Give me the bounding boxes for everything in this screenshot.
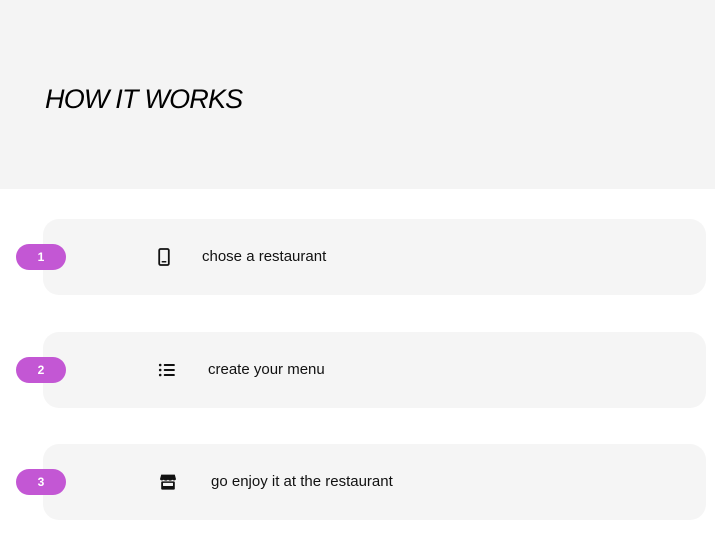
- mobile-phone-icon: [154, 247, 174, 267]
- step-number-badge-2: 2: [16, 357, 66, 383]
- step-item-1: 1 chose a restaurant: [0, 219, 715, 295]
- list-icon: [157, 360, 177, 380]
- step-number-badge-3: 3: [16, 469, 66, 495]
- step-text-2: create your menu: [208, 361, 325, 378]
- step-item-2: 2 create your menu: [0, 332, 715, 408]
- step-card-1: [43, 219, 706, 295]
- step-item-3: 3 go enjoy it at the restaurant: [0, 444, 715, 520]
- step-number-badge-1: 1: [16, 244, 66, 270]
- step-text-3: go enjoy it at the restaurant: [211, 473, 393, 490]
- step-card-2: [43, 332, 706, 408]
- step-text-1: chose a restaurant: [202, 248, 327, 265]
- steps-list: 1 chose a restaurant 2 create your menu: [0, 0, 715, 548]
- store-icon: [158, 472, 178, 492]
